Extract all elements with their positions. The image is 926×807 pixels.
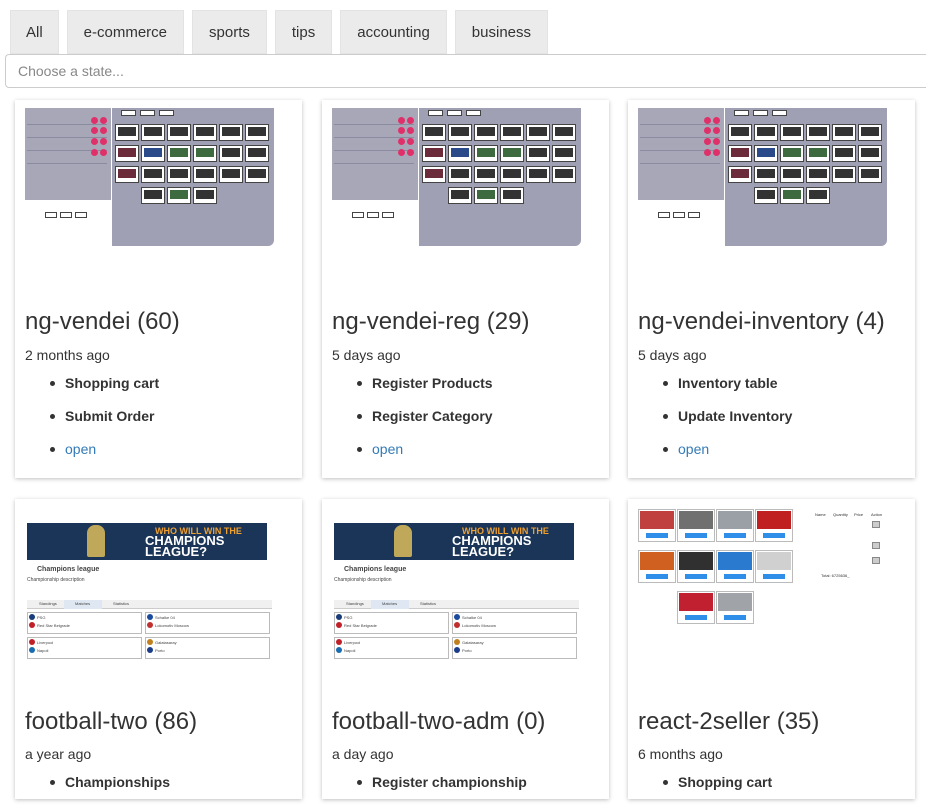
feature-list: Register Products Register Category open: [357, 375, 493, 474]
tab-tips[interactable]: tips: [274, 10, 333, 54]
project-title: ng-vendei (60): [25, 308, 180, 335]
project-thumbnail[interactable]: [638, 108, 887, 246]
project-date: a day ago: [332, 746, 394, 762]
tab-business[interactable]: business: [454, 10, 548, 54]
feature-item: Register Category: [357, 408, 493, 441]
banner-image: WHO WILL WIN THE CHAMPIONS LEAGUE?: [27, 523, 267, 560]
category-tabs: All e-commerce sports tips accounting bu…: [10, 10, 556, 54]
state-select-input[interactable]: [5, 54, 926, 88]
project-title: football-two (86): [25, 708, 198, 735]
project-card-football-two: WHO WILL WIN THE CHAMPIONS LEAGUE? Champ…: [15, 499, 302, 799]
banner-image: WHO WILL WIN THE CHAMPIONS LEAGUE?: [334, 523, 574, 560]
project-title: football-two-adm (0): [332, 708, 546, 735]
project-title: react-2seller (35): [638, 708, 820, 735]
project-date: 5 days ago: [638, 347, 707, 363]
feature-list: Shopping cart Submit Order open: [49, 375, 159, 474]
tab-sports[interactable]: sports: [192, 10, 267, 54]
project-date: a year ago: [25, 746, 92, 762]
project-date: 6 months ago: [638, 746, 723, 762]
project-card-ng-vendei-reg: ng-vendei-reg (29) 5 days ago Register P…: [322, 100, 609, 478]
project-thumbnail[interactable]: [332, 108, 581, 246]
feature-item: Update Inventory: [662, 408, 792, 441]
project-thumbnail[interactable]: WHO WILL WIN THE CHAMPIONS LEAGUE? Champ…: [25, 509, 274, 664]
feature-item: Inventory table: [662, 375, 792, 408]
project-thumbnail[interactable]: Name Quantity Price Action Total: 672563…: [638, 509, 887, 639]
tab-all[interactable]: All: [10, 10, 59, 54]
project-title: ng-vendei-reg (29): [332, 308, 530, 335]
project-thumbnail[interactable]: WHO WILL WIN THE CHAMPIONS LEAGUE? Champ…: [332, 509, 581, 664]
open-link[interactable]: open: [662, 441, 792, 474]
project-card-ng-vendei-inventory: ng-vendei-inventory (4) 5 days ago Inven…: [628, 100, 915, 478]
project-date: 2 months ago: [25, 347, 110, 363]
tab-e-commerce[interactable]: e-commerce: [66, 10, 185, 54]
project-card-react-2seller: Name Quantity Price Action Total: 672563…: [628, 499, 915, 799]
project-date: 5 days ago: [332, 347, 401, 363]
feature-item: Register Products: [357, 375, 493, 408]
open-link[interactable]: open: [357, 441, 493, 474]
tab-accounting[interactable]: accounting: [340, 10, 447, 54]
feature-list: Inventory table Update Inventory open: [662, 375, 792, 474]
project-card-ng-vendei: ng-vendei (60) 2 months ago Shopping car…: [15, 100, 302, 478]
project-title: ng-vendei-inventory (4): [638, 308, 885, 335]
open-link[interactable]: open: [49, 441, 159, 474]
project-thumbnail[interactable]: [25, 108, 274, 246]
feature-item: Shopping cart: [49, 375, 159, 408]
feature-item: Submit Order: [49, 408, 159, 441]
project-card-football-two-adm: WHO WILL WIN THE CHAMPIONS LEAGUE? Champ…: [322, 499, 609, 799]
